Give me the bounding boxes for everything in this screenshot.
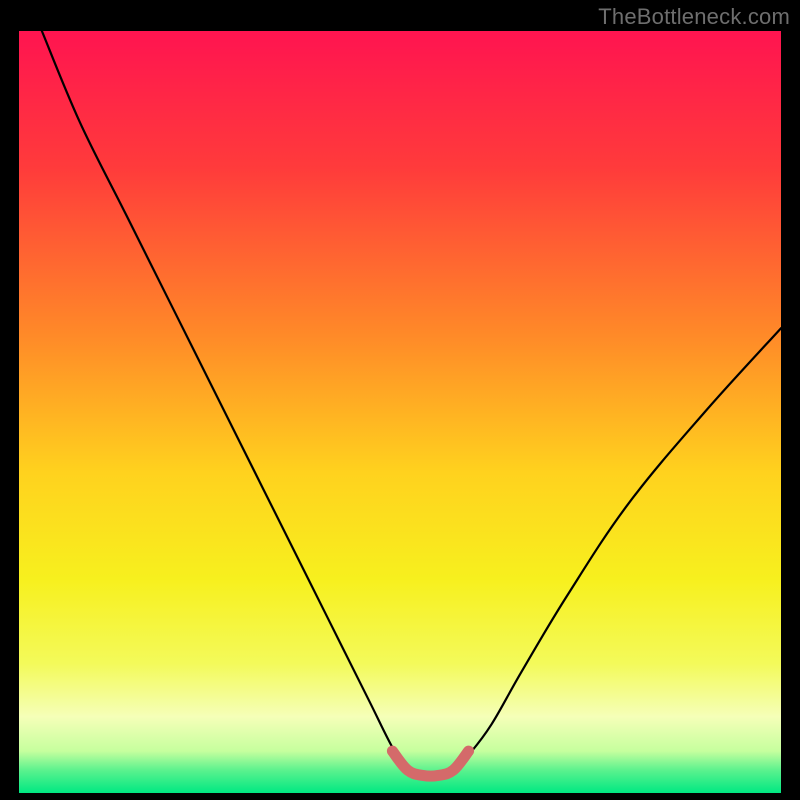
watermark-text: TheBottleneck.com — [598, 4, 790, 30]
gradient-background — [19, 31, 781, 793]
chart-frame: TheBottleneck.com — [0, 0, 800, 800]
bottleneck-chart — [19, 31, 781, 793]
